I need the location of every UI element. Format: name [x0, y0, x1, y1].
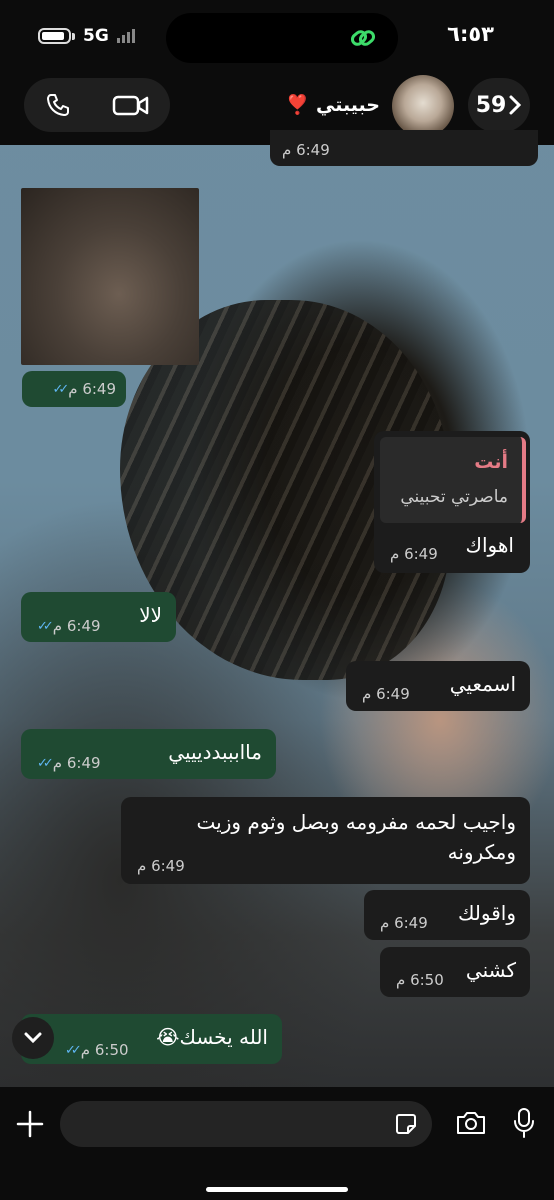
- message-bubble[interactable]: اسمعيي 6:49 م: [346, 661, 530, 711]
- scroll-down-button[interactable]: [12, 1017, 54, 1059]
- message-time: 6:49 م: [52, 754, 101, 772]
- sticker-icon[interactable]: [394, 1112, 418, 1136]
- microphone-icon[interactable]: [512, 1107, 536, 1139]
- battery-icon: [38, 28, 71, 44]
- contact-name[interactable]: حبيبتي ❣️: [286, 93, 380, 116]
- signal-icon: [116, 29, 135, 43]
- message-time: 6:49 م: [390, 545, 438, 563]
- chevron-down-icon: [24, 1032, 42, 1044]
- message-bubble[interactable]: لالا 6:49 م ✓✓: [21, 592, 176, 642]
- message-text: ماابببدديييي: [168, 740, 262, 764]
- reply-quote[interactable]: أنت ماصرتي تحبيني: [380, 437, 526, 523]
- message-text: لالا: [139, 603, 162, 627]
- network-label: 5G: [83, 26, 109, 46]
- message-time: 6:49 م: [362, 685, 410, 703]
- message-meta: 6:49 م ✓✓: [37, 617, 101, 635]
- message-text: اهواك: [465, 533, 514, 557]
- message-text: واجيب لحمه مفرومه وبصل وثوم وزيت ومكرونه: [196, 810, 516, 864]
- phone-icon[interactable]: [45, 92, 71, 118]
- battery-tip: [72, 32, 75, 40]
- message-bubble[interactable]: كشني 6:50 م: [380, 947, 530, 997]
- message-time: 6:50 م: [396, 971, 444, 989]
- read-ticks-icon: ✓✓: [52, 381, 69, 397]
- dynamic-island: [166, 13, 398, 63]
- call-actions: [24, 78, 170, 132]
- message-time: 6:49 م: [52, 617, 101, 635]
- message-time: 6:49 م: [282, 141, 330, 159]
- message-meta: 6:49 م ✓✓: [37, 754, 101, 772]
- status-icons: 5G: [38, 26, 135, 46]
- message-bubble[interactable]: واقولك 6:49 م: [364, 890, 530, 940]
- video-call-icon[interactable]: [112, 92, 150, 118]
- message-meta: 6:50 م ✓✓: [65, 1041, 129, 1059]
- link-icon: [350, 30, 376, 46]
- message-bubble[interactable]: 6:49 م ✓✓: [22, 371, 126, 407]
- back-button[interactable]: 59: [468, 78, 530, 132]
- message-time: 6:49 م: [68, 380, 116, 398]
- message-time: 6:50 م: [80, 1041, 129, 1059]
- message-text: واقولك: [457, 901, 516, 925]
- message-bubble[interactable]: أنت ماصرتي تحبيني اهواك 6:49 م: [374, 431, 530, 573]
- message-input[interactable]: [60, 1101, 432, 1147]
- message-bubble[interactable]: ماابببدديييي 6:49 م ✓✓: [21, 729, 276, 779]
- message-bubble[interactable]: الله يخسك😭 6:50 م ✓✓: [21, 1014, 282, 1064]
- composer: [0, 1087, 554, 1200]
- clock: ٦:٥٣: [447, 22, 494, 46]
- reply-author: أنت: [474, 451, 508, 473]
- message-time: 6:49 م: [380, 914, 428, 932]
- avatar[interactable]: [392, 75, 454, 137]
- message-text: اسمعيي: [449, 672, 516, 696]
- read-ticks-icon: ✓✓: [37, 755, 54, 771]
- message-text: كشني: [465, 958, 516, 982]
- camera-icon[interactable]: [455, 1110, 487, 1136]
- reply-text: ماصرتي تحبيني: [400, 487, 508, 507]
- unread-count: 59: [475, 92, 507, 118]
- message-meta: 6:49 م ✓✓: [52, 380, 116, 398]
- read-ticks-icon: ✓✓: [65, 1042, 82, 1058]
- plus-icon[interactable]: [16, 1110, 44, 1138]
- message-image[interactable]: [21, 188, 199, 365]
- message-bubble[interactable]: واجيب لحمه مفرومه وبصل وثوم وزيت ومكرونه…: [121, 797, 530, 884]
- home-indicator: [206, 1187, 348, 1192]
- message-text: الله يخسك😭: [156, 1025, 268, 1049]
- message-bubble[interactable]: 6:49 م: [270, 130, 538, 166]
- chevron-right-icon: [509, 95, 522, 115]
- status-bar: 5G ٦:٥٣: [0, 0, 554, 75]
- read-ticks-icon: ✓✓: [37, 618, 54, 634]
- message-time: 6:49 م: [137, 857, 185, 875]
